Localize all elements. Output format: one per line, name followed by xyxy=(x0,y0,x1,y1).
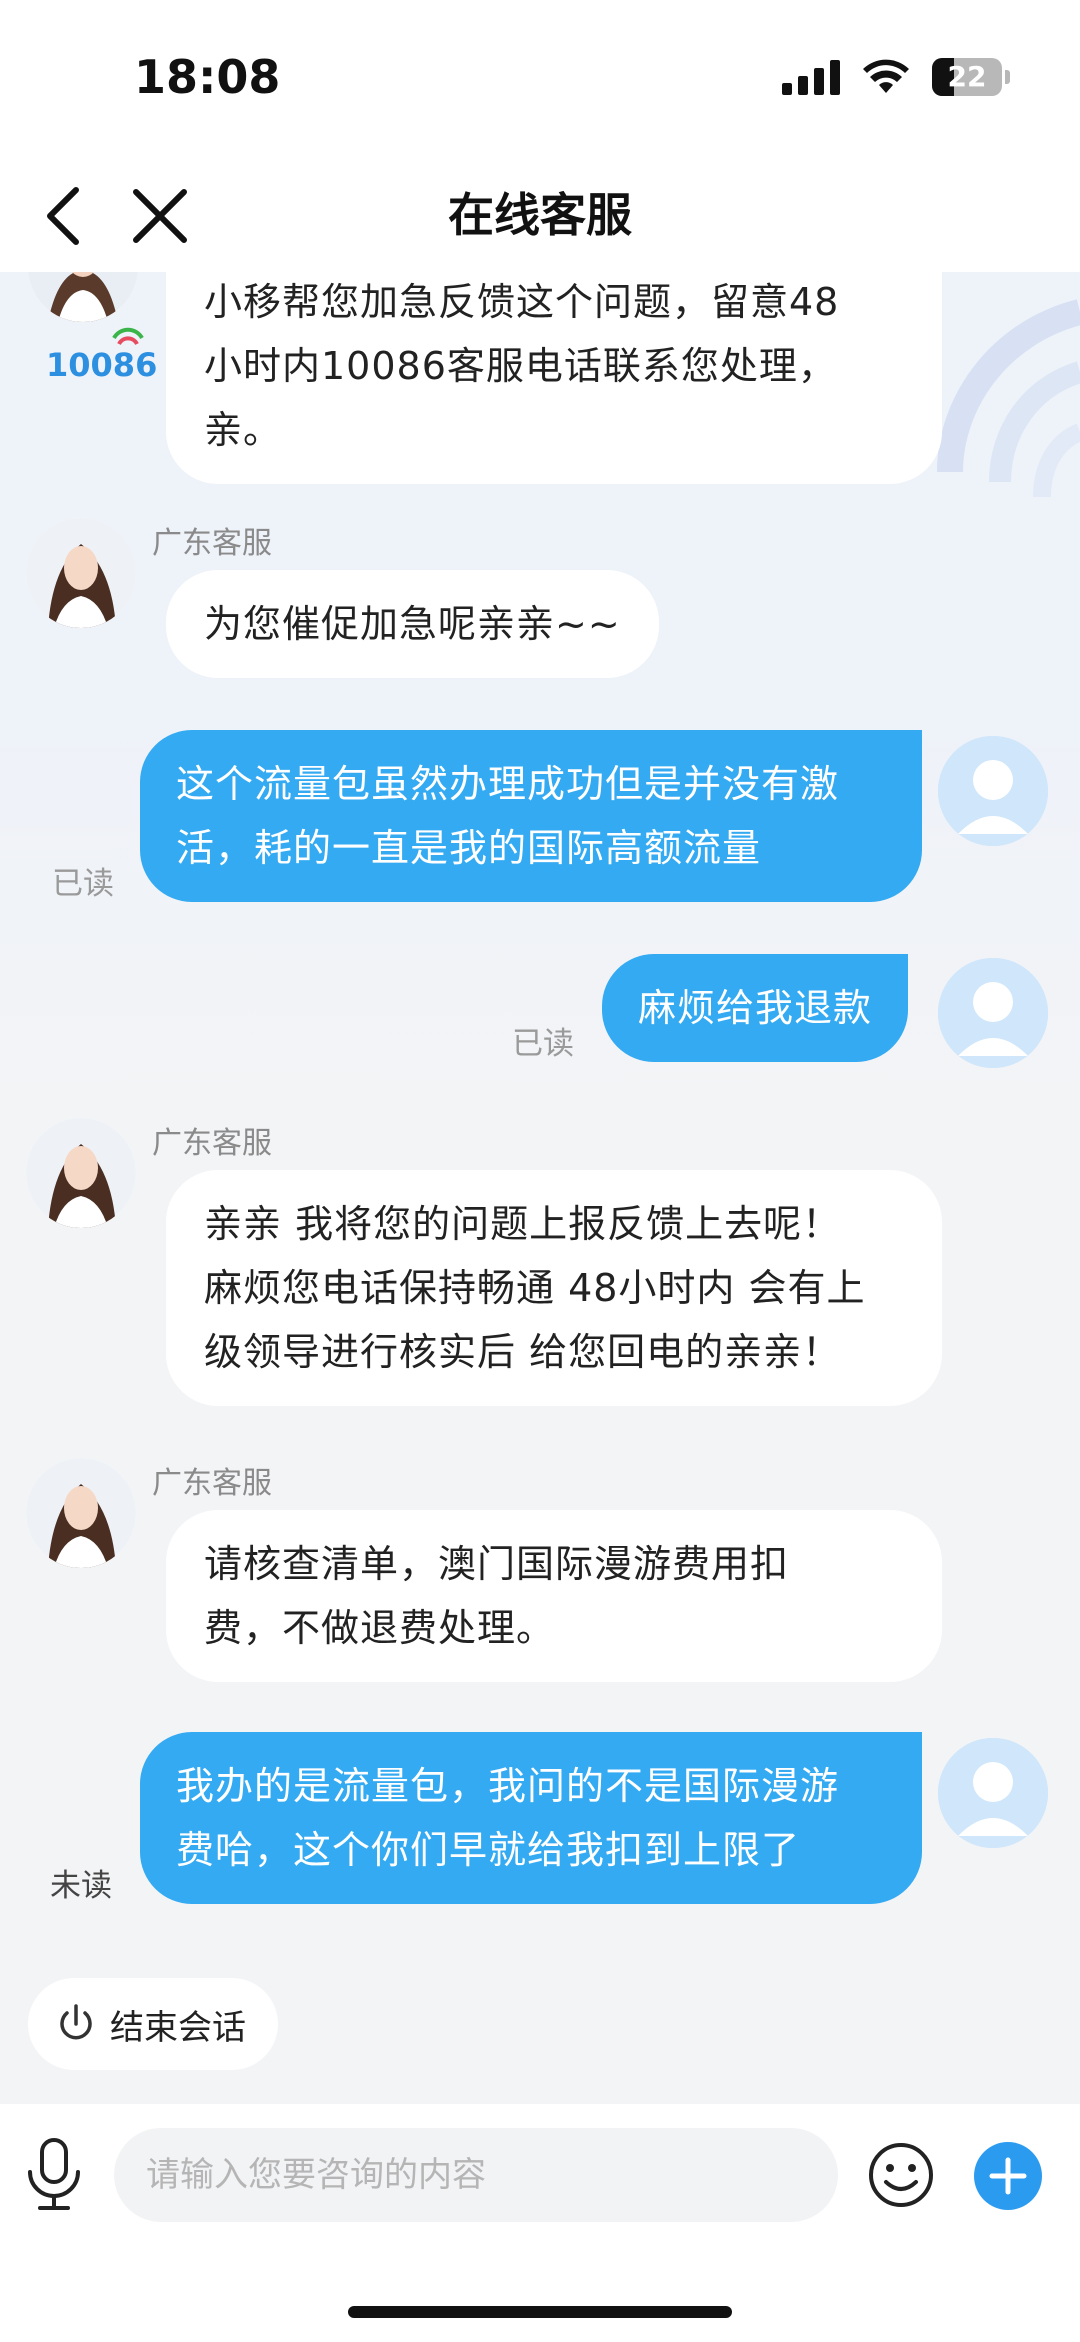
message-input[interactable] xyxy=(114,2128,838,2222)
chat-area[interactable]: 10086 小移帮您加急反馈这个问题，留意48 小时内10086客服电话联系您处… xyxy=(0,272,1080,2104)
home-area xyxy=(0,2244,1080,2342)
emoji-button[interactable] xyxy=(866,2140,936,2210)
user-avatar[interactable] xyxy=(938,1738,1048,1848)
message-bubble[interactable]: 麻烦给我退款 xyxy=(602,954,909,1062)
smiley-icon xyxy=(869,2143,933,2207)
message-bubble[interactable]: 亲亲 我将您的问题上报反馈上去呢！ 麻烦您电话保持畅通 48小时内 会有上 级领… xyxy=(166,1170,942,1406)
message-bubble[interactable]: 我办的是流量包，我问的不是国际漫游 费哈，这个你们早就给我扣到上限了 xyxy=(140,1732,922,1904)
battery-level: 22 xyxy=(947,60,987,93)
status-time: 18:08 xyxy=(134,50,281,104)
agent-avatar[interactable] xyxy=(26,1458,136,1568)
message-bubble[interactable]: 请核查清单，澳门国际漫游费用扣 费，不做退费处理。 xyxy=(166,1510,942,1682)
unread-status: 未读 xyxy=(50,1868,112,1904)
home-indicator[interactable] xyxy=(348,2306,732,2318)
more-actions-button[interactable] xyxy=(974,2142,1042,2210)
svg-text:10086: 10086 xyxy=(46,346,157,384)
read-status: 已读 xyxy=(52,866,114,902)
logo-10086: 10086 xyxy=(44,324,164,384)
message-bubble[interactable]: 这个流量包虽然办理成功但是并没有激 活，耗的一直是我的国际高额流量 xyxy=(140,730,922,902)
input-bar xyxy=(0,2104,1080,2244)
page-title: 在线客服 xyxy=(448,188,632,242)
nav-bar: 在线客服 xyxy=(0,160,1080,272)
end-session-label: 结束会话 xyxy=(110,2007,246,2048)
message-bubble[interactable]: 为您催促加急呢亲亲~~ xyxy=(166,570,659,678)
cellular-signal-icon xyxy=(782,59,840,95)
message-bubble[interactable]: 小移帮您加急反馈这个问题，留意48 小时内10086客服电话联系您处理， 亲。 xyxy=(166,272,942,484)
sender-name: 广东客服 xyxy=(152,526,272,561)
voice-input-button[interactable] xyxy=(22,2136,86,2212)
plus-icon xyxy=(989,2157,1027,2195)
agent-avatar[interactable] xyxy=(26,1118,136,1228)
agent-avatar[interactable] xyxy=(26,518,136,628)
user-avatar[interactable] xyxy=(938,736,1048,846)
status-icons: 22 xyxy=(782,58,1010,96)
microphone-icon xyxy=(28,2138,80,2210)
power-icon xyxy=(60,2004,92,2040)
battery-nub xyxy=(1005,70,1010,84)
sender-name: 广东客服 xyxy=(152,1466,272,1501)
status-bar: 18:08 22 xyxy=(0,0,1080,160)
end-session-button[interactable]: 结束会话 xyxy=(28,1978,278,2070)
screen: 18:08 22 在线客服 10086 小移帮您加急反馈这个问题，留意48 小时… xyxy=(0,0,1080,2342)
user-avatar[interactable] xyxy=(938,958,1048,1068)
agent-avatar[interactable] xyxy=(28,272,138,322)
read-status: 已读 xyxy=(512,1026,574,1062)
battery-icon: 22 xyxy=(932,58,1002,96)
sender-name: 广东客服 xyxy=(152,1126,272,1161)
wifi-icon xyxy=(863,59,909,93)
